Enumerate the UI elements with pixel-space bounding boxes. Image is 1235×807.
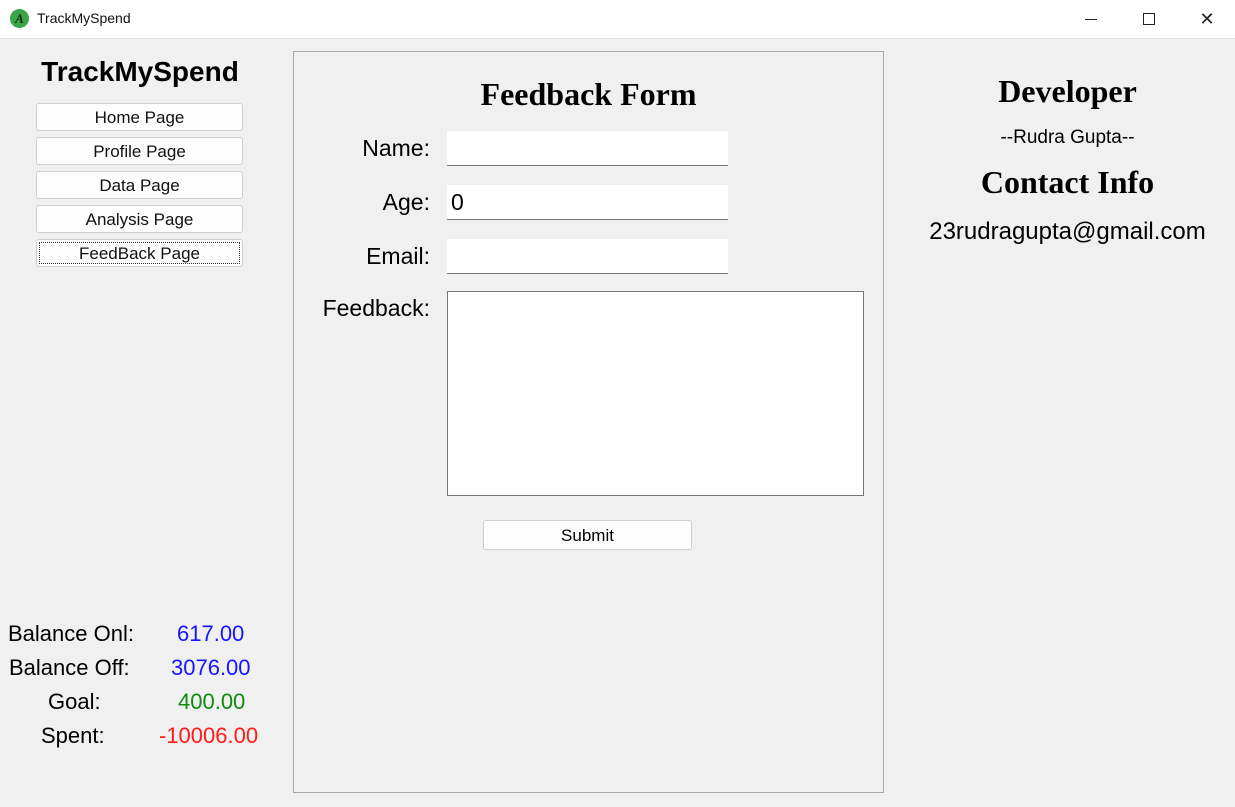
age-input[interactable]: [447, 185, 728, 220]
balance-offline-value: 3076.00: [171, 655, 251, 680]
title-bar: A TrackMySpend ✕: [0, 0, 1235, 39]
age-label: Age:: [382, 189, 430, 215]
minimize-button[interactable]: [1062, 0, 1120, 38]
developer-name: --Rudra Gupta--: [1000, 127, 1135, 148]
data-page-button[interactable]: Data Page: [36, 171, 243, 199]
submit-button[interactable]: Submit: [483, 520, 692, 550]
app-brand-title: TrackMySpend: [41, 56, 239, 87]
balance-offline-label: Balance Off:: [9, 655, 130, 680]
window-title: TrackMySpend: [37, 10, 131, 26]
spent-value: -10006.00: [159, 723, 259, 748]
spent-label: Spent:: [41, 723, 105, 748]
form-title: Feedback Form: [480, 76, 697, 112]
feedback-textarea[interactable]: [447, 291, 864, 496]
feedback-page-button[interactable]: FeedBack Page: [36, 239, 243, 267]
close-button[interactable]: ✕: [1178, 0, 1235, 38]
minimize-icon: [1085, 18, 1097, 20]
feedback-form-panel: Feedback Form Name: Age: Email: Feedback…: [293, 51, 884, 793]
email-input[interactable]: [447, 239, 728, 274]
email-label: Email:: [366, 243, 430, 269]
feedback-label: Feedback:: [322, 295, 430, 321]
balance-online-value: 617.00: [177, 621, 245, 646]
goal-value: 400.00: [178, 689, 246, 714]
maximize-button[interactable]: [1120, 0, 1178, 38]
goal-label: Goal:: [48, 689, 101, 714]
close-icon: ✕: [1199, 8, 1215, 29]
maximize-icon: [1143, 13, 1155, 25]
contact-email: 23rudragupta@gmail.com: [929, 218, 1206, 245]
contact-heading: Contact Info: [980, 164, 1155, 200]
name-input[interactable]: [447, 131, 728, 166]
app-logo-icon: A: [10, 9, 29, 28]
developer-heading: Developer: [998, 73, 1137, 109]
home-page-button[interactable]: Home Page: [36, 103, 243, 131]
balance-online-label: Balance Onl:: [8, 621, 134, 646]
name-label: Name:: [362, 135, 430, 161]
profile-page-button[interactable]: Profile Page: [36, 137, 243, 165]
analysis-page-button[interactable]: Analysis Page: [36, 205, 243, 233]
